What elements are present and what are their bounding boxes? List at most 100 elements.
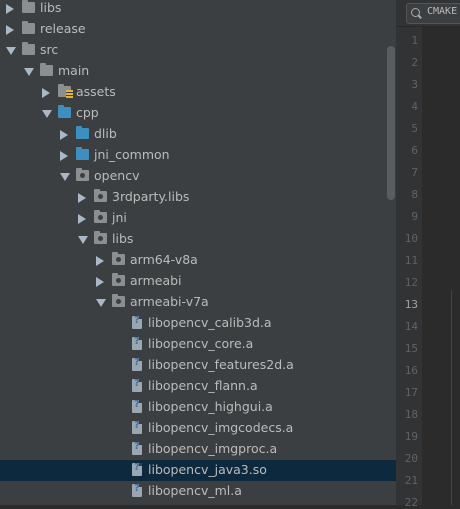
line-number: 20 <box>404 452 418 465</box>
chevron-down-icon[interactable] <box>42 110 52 118</box>
line-number: 11 <box>404 254 418 267</box>
tree-item-label: assets <box>76 84 116 99</box>
breadcrumb[interactable]: CMAKE <box>406 3 460 24</box>
tree-item-label: jni <box>112 210 127 225</box>
source-folder-icon <box>76 147 89 160</box>
tree-folder-item[interactable]: jni_common <box>0 145 396 166</box>
package-icon <box>76 168 89 181</box>
breadcrumb-bar: CMAKE <box>396 0 460 27</box>
resource-folder-icon <box>58 84 73 98</box>
line-number-gutter: 1 2 3 4 5 6 7 8 9 10 11 12 13 14 15 16 17 18 19 20 21 22 <box>396 27 422 509</box>
search-icon <box>411 8 420 17</box>
tree-folder-item[interactable]: 3rdparty.libs <box>0 187 396 208</box>
line-number: 15 <box>404 342 418 355</box>
breadcrumb-label: CMAKE <box>427 6 458 17</box>
unknown-file-icon: ? <box>132 315 142 329</box>
tree-folder-item[interactable]: armeabi <box>0 271 396 292</box>
tree-folder-item[interactable]: jni <box>0 208 396 229</box>
tree-item-label: arm64-v8a <box>130 252 198 267</box>
tree-file-item[interactable]: ? libopencv_highgui.a <box>0 397 396 418</box>
chevron-right-icon[interactable] <box>6 25 14 35</box>
unknown-file-icon: ? <box>132 399 142 413</box>
unknown-file-icon: ? <box>132 357 142 371</box>
chevron-down-icon[interactable] <box>78 236 88 244</box>
line-number: 5 <box>411 122 418 135</box>
line-number: 7 <box>411 166 418 179</box>
tree-item-label: cpp <box>76 105 99 120</box>
chevron-right-icon[interactable] <box>60 130 68 140</box>
chevron-right-icon[interactable] <box>96 277 104 287</box>
tree-item-label: 3rdparty.libs <box>112 189 190 204</box>
line-number: 21 <box>404 474 418 487</box>
line-number: 4 <box>411 100 418 113</box>
chevron-down-icon[interactable] <box>6 47 16 55</box>
tree-file-item[interactable]: ? libopencv_features2d.a <box>0 355 396 376</box>
package-icon <box>112 294 125 307</box>
tree-folder-item[interactable]: armeabi-v7a <box>0 292 396 313</box>
line-number: 18 <box>404 408 418 421</box>
tree-item-label: libopencv_calib3d.a <box>148 315 272 330</box>
package-icon <box>112 273 125 286</box>
tree-item-label: libopencv_core.a <box>148 336 254 351</box>
chevron-down-icon[interactable] <box>96 299 106 307</box>
line-number: 22 <box>404 496 418 509</box>
tree-folder-item[interactable]: opencv <box>0 166 396 187</box>
tree-item-label: libopencv_highgui.a <box>148 399 273 414</box>
folder-icon <box>22 42 35 55</box>
chevron-right-icon[interactable] <box>42 88 50 98</box>
tree-file-item[interactable]: ? libopencv_core.a <box>0 334 396 355</box>
tree-item-label: armeabi-v7a <box>130 294 209 309</box>
tree-folder-item[interactable]: cpp <box>0 103 396 124</box>
line-number: 9 <box>411 210 418 223</box>
tree-file-item[interactable]: ? libopencv_java3.so <box>0 460 396 481</box>
line-number: 2 <box>411 56 418 69</box>
package-icon <box>94 189 107 202</box>
line-number: 10 <box>404 232 418 245</box>
unknown-file-icon: ? <box>132 483 142 497</box>
tree-file-item[interactable]: ? libopencv_flann.a <box>0 376 396 397</box>
line-number: 19 <box>404 430 418 443</box>
tree-folder-item[interactable]: release <box>0 19 396 40</box>
tree-folder-item[interactable]: assets <box>0 82 396 103</box>
tree-item-label: libopencv_imgproc.a <box>148 441 278 456</box>
chevron-down-icon[interactable] <box>60 173 70 181</box>
chevron-right-icon[interactable] <box>96 256 104 266</box>
source-folder-icon <box>76 126 89 139</box>
tree-item-label: armeabi <box>130 273 182 288</box>
tree-item-label: jni_common <box>94 147 170 162</box>
tree-item-label: main <box>58 63 90 78</box>
package-icon <box>112 252 125 265</box>
chevron-right-icon[interactable] <box>6 4 14 14</box>
tree-item-label: dlib <box>94 126 117 141</box>
folder-icon <box>22 21 35 34</box>
line-number: 13 <box>404 298 418 311</box>
chevron-right-icon[interactable] <box>78 193 86 203</box>
tree-item-label: release <box>40 21 86 36</box>
tree-item-label: libopencv_imgcodecs.a <box>148 420 294 435</box>
tree-folder-item[interactable]: main <box>0 61 396 82</box>
tree-folder-item[interactable]: src <box>0 40 396 61</box>
package-icon <box>94 210 107 223</box>
tree-item-label: libopencv_features2d.a <box>148 357 294 372</box>
folder-icon <box>40 63 53 76</box>
tree-folder-item[interactable]: libs <box>0 0 396 19</box>
chevron-down-icon[interactable] <box>24 68 34 76</box>
line-number: 12 <box>404 276 418 289</box>
tree-item-label: libs <box>40 0 62 15</box>
tree-item-label: libopencv_flann.a <box>148 378 258 393</box>
unknown-file-icon: ? <box>132 336 142 350</box>
tree-folder-item[interactable]: arm64-v8a <box>0 250 396 271</box>
project-tree-scrollbar[interactable] <box>387 46 395 200</box>
tree-file-item[interactable]: ? libopencv_ml.a <box>0 481 396 502</box>
tree-folder-item[interactable]: libs <box>0 229 396 250</box>
chevron-right-icon[interactable] <box>78 214 86 224</box>
line-number: 8 <box>411 188 418 201</box>
project-tree-panel: libs release src main assets cpp dlib jni_commo… <box>0 0 396 505</box>
tree-file-item[interactable]: ? libopencv_imgcodecs.a <box>0 418 396 439</box>
tree-folder-item[interactable]: dlib <box>0 124 396 145</box>
line-number: 6 <box>411 144 418 157</box>
source-folder-icon <box>58 105 71 118</box>
chevron-right-icon[interactable] <box>60 151 68 161</box>
tree-file-item[interactable]: ? libopencv_imgproc.a <box>0 439 396 460</box>
tree-file-item[interactable]: ? libopencv_calib3d.a <box>0 313 396 334</box>
